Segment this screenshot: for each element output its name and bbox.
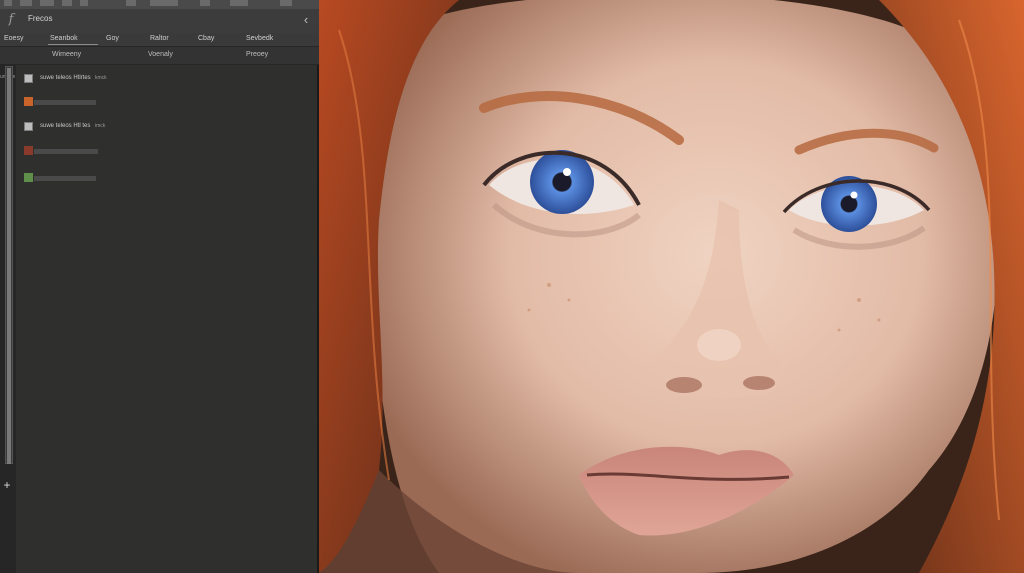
active-tab-indicator [48, 44, 98, 45]
tab-wimeeny[interactable]: Wimeeny [52, 51, 81, 58]
color-swatch-icon [24, 173, 33, 182]
plus-icon[interactable]: + [1, 479, 13, 491]
layer-name: suwe teleos Htlrtes [40, 75, 91, 81]
layer-tag: kmck [95, 75, 107, 81]
layer-name-placeholder [34, 176, 96, 181]
list-item[interactable] [20, 144, 300, 158]
tab-raltor[interactable]: Raltor [150, 35, 169, 42]
document-icon [24, 74, 33, 83]
tab-voenaly[interactable]: Voenaly [148, 51, 173, 58]
portrait-image [319, 0, 1024, 573]
tab-sevbedk[interactable]: Sevbedk [246, 35, 273, 42]
color-swatch-icon [24, 97, 33, 106]
list-item[interactable]: suwe teleos Htlrtes kmck [20, 72, 300, 86]
document-icon [24, 122, 33, 131]
list-item[interactable]: suwe teleos Htl tes imck [20, 120, 300, 134]
tab-preoey[interactable]: Preoey [246, 51, 268, 58]
layer-name-placeholder [34, 100, 96, 105]
tab-goy[interactable]: Goy [106, 35, 119, 42]
tab-seanbok[interactable]: Seanbok [50, 35, 78, 42]
tab-cbay[interactable]: Cbay [198, 35, 214, 42]
function-icon[interactable]: f [4, 12, 18, 28]
canvas-image[interactable] [319, 0, 1024, 573]
panel-title: Frecos [28, 14, 53, 23]
tab-bar-primary: Eoesy Seanbok Goy Raltor Cbay Sevbedk [0, 33, 319, 47]
layer-name: suwe teleos Htl tes [40, 123, 91, 129]
scrollbar-thumb[interactable] [7, 68, 11, 464]
layers-panel: f Frecos ‹ Eoesy Seanbok Goy Raltor Cbay… [0, 0, 319, 573]
layer-tag: imck [95, 123, 106, 129]
chevron-left-icon[interactable]: ‹ [299, 12, 313, 28]
panel-header: f Frecos ‹ [0, 9, 319, 34]
top-toolbar-strip [0, 0, 319, 9]
tab-bar-secondary: Wimeeny Voenaly Preoey [0, 47, 319, 65]
layer-name-placeholder [34, 149, 98, 154]
tab-eoesy[interactable]: Eoesy [4, 35, 23, 42]
list-item[interactable] [20, 171, 300, 185]
color-swatch-icon [24, 146, 33, 155]
list-item[interactable] [20, 95, 300, 109]
